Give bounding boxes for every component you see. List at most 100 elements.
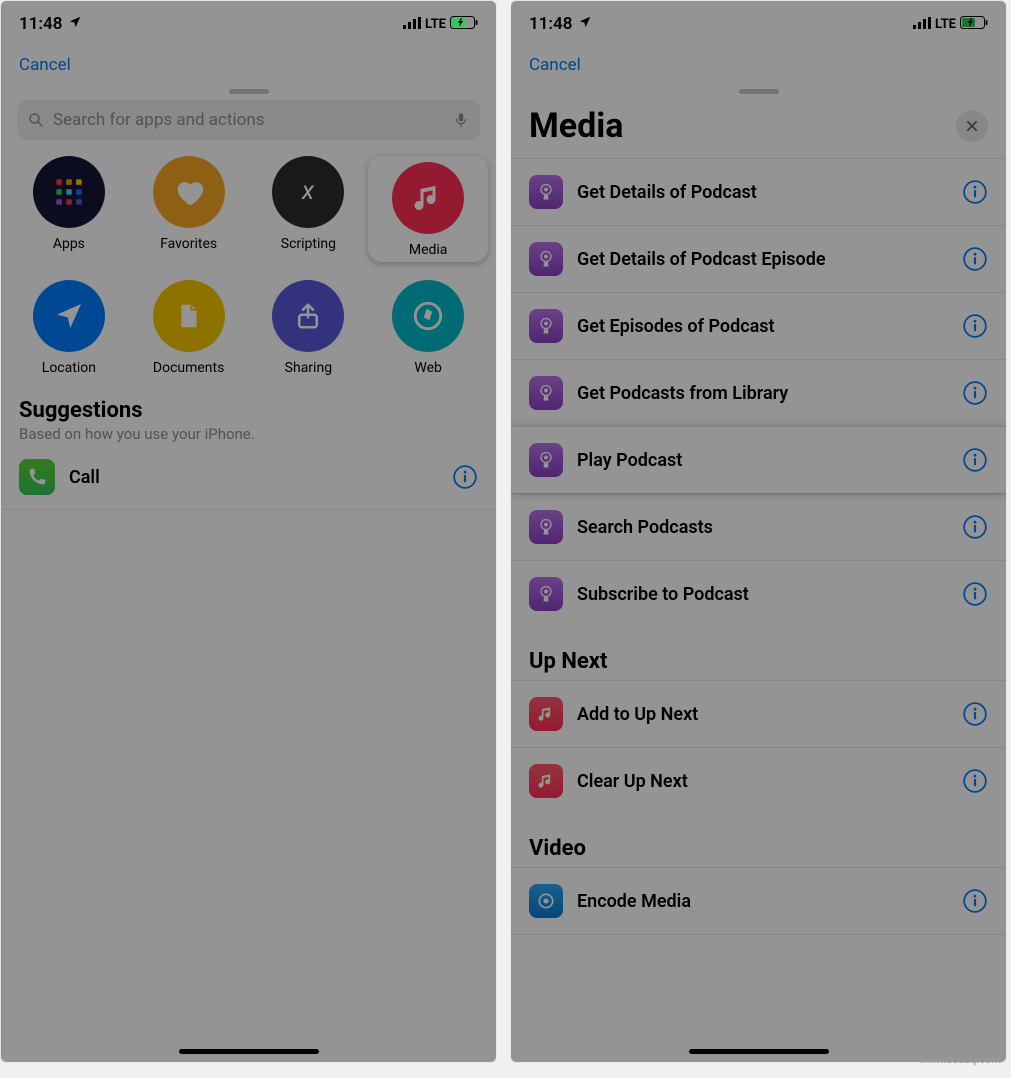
media-sheet: Media Get Details of Podcast Get Details… (511, 81, 1006, 1062)
mic-icon[interactable] (452, 111, 470, 129)
scripting-icon: x (272, 156, 344, 228)
nav-row: Cancel (511, 47, 1006, 83)
phone-icon (19, 459, 55, 495)
action-get-details-podcast[interactable]: Get Details of Podcast (511, 158, 1006, 225)
action-get-library[interactable]: Get Podcasts from Library (511, 359, 1006, 426)
suggestions-subtitle: Based on how you use your iPhone. (19, 425, 478, 443)
section-upnext: Up Next (511, 627, 1006, 680)
phone-left: 11:48 LTE Cancel Search for apps and act… (0, 0, 497, 1063)
heart-icon (153, 156, 225, 228)
action-label: Play Podcast (577, 450, 962, 471)
home-indicator[interactable] (179, 1049, 319, 1054)
action-label: Get Details of Podcast Episode (577, 249, 962, 270)
category-label: Scripting (281, 236, 336, 252)
category-grid: Apps Favorites x Scripting Media (1, 154, 496, 388)
podcast-icon (529, 443, 563, 477)
search-icon (27, 111, 45, 129)
document-icon (153, 280, 225, 352)
suggestions-header: Suggestions Based on how you use your iP… (1, 388, 496, 445)
category-location[interactable]: Location (9, 280, 129, 376)
status-bar: 11:48 LTE (1, 1, 496, 47)
category-label: Documents (153, 360, 224, 376)
carrier-label: LTE (935, 17, 956, 32)
sheet-grabber[interactable] (739, 89, 779, 94)
music-icon (529, 697, 563, 731)
section-video: Video (511, 814, 1006, 867)
compass-icon (392, 280, 464, 352)
action-get-episodes[interactable]: Get Episodes of Podcast (511, 292, 1006, 359)
media-header: Media (511, 100, 1006, 158)
location-services-icon (68, 14, 82, 34)
action-sheet: Search for apps and actions Apps Fav (1, 81, 496, 1062)
info-icon[interactable] (962, 581, 988, 607)
category-sharing[interactable]: Sharing (249, 280, 369, 376)
share-icon (272, 280, 344, 352)
battery-icon (960, 14, 988, 34)
signal-icon (913, 14, 931, 34)
cancel-button[interactable]: Cancel (19, 55, 71, 75)
action-label: Get Podcasts from Library (577, 383, 962, 404)
action-label: Search Podcasts (577, 517, 962, 538)
battery-icon (450, 14, 478, 34)
sheet-grabber[interactable] (229, 89, 269, 94)
action-label: Clear Up Next (577, 771, 962, 792)
location-arrow-icon (33, 280, 105, 352)
category-label: Media (409, 242, 448, 258)
action-get-details-episode[interactable]: Get Details of Podcast Episode (511, 225, 1006, 292)
action-clear-upnext[interactable]: Clear Up Next (511, 747, 1006, 814)
podcast-icon (529, 577, 563, 611)
music-note-icon (392, 162, 464, 234)
category-label: Web (414, 360, 442, 376)
search-placeholder: Search for apps and actions (53, 110, 444, 130)
action-label: Get Episodes of Podcast (577, 316, 962, 337)
info-icon[interactable] (962, 313, 988, 339)
action-play-podcast[interactable]: Play Podcast (511, 426, 1006, 493)
location-services-icon (578, 14, 592, 34)
info-icon[interactable] (962, 888, 988, 914)
status-bar: 11:48 LTE (511, 1, 1006, 47)
info-icon[interactable] (962, 701, 988, 727)
category-documents[interactable]: Documents (129, 280, 249, 376)
encode-icon (529, 884, 563, 918)
status-time: 11:48 (529, 14, 572, 34)
podcast-icon (529, 510, 563, 544)
carrier-label: LTE (425, 17, 446, 32)
info-icon[interactable] (962, 768, 988, 794)
category-label: Apps (53, 236, 85, 252)
search-input[interactable]: Search for apps and actions (17, 100, 480, 140)
podcast-icon (529, 175, 563, 209)
signal-icon (403, 14, 421, 34)
cancel-button[interactable]: Cancel (529, 55, 581, 75)
info-icon[interactable] (962, 380, 988, 406)
category-scripting[interactable]: x Scripting (249, 156, 369, 262)
apps-icon (33, 156, 105, 228)
svg-text:x: x (301, 176, 315, 206)
category-favorites[interactable]: Favorites (129, 156, 249, 262)
close-icon (965, 119, 979, 133)
action-label: Get Details of Podcast (577, 182, 962, 203)
home-indicator[interactable] (689, 1049, 829, 1054)
info-icon[interactable] (962, 179, 988, 205)
action-label: Add to Up Next (577, 704, 962, 725)
podcast-icon (529, 376, 563, 410)
suggestion-label: Call (69, 467, 452, 488)
category-media[interactable]: Media (368, 156, 488, 262)
suggestion-call[interactable]: Call (1, 445, 496, 510)
action-encode-media[interactable]: Encode Media (511, 867, 1006, 935)
podcast-icon (529, 242, 563, 276)
info-icon[interactable] (962, 246, 988, 272)
close-button[interactable] (956, 110, 988, 142)
category-apps[interactable]: Apps (9, 156, 129, 262)
page-title: Media (529, 106, 623, 146)
info-icon[interactable] (962, 514, 988, 540)
watermark: www.deuaq.com (919, 1053, 1001, 1066)
suggestions-title: Suggestions (19, 398, 478, 423)
action-search-podcasts[interactable]: Search Podcasts (511, 493, 1006, 560)
nav-row: Cancel (1, 47, 496, 83)
action-label: Encode Media (577, 891, 962, 912)
category-web[interactable]: Web (368, 280, 488, 376)
action-subscribe-podcast[interactable]: Subscribe to Podcast (511, 560, 1006, 627)
info-icon[interactable] (452, 464, 478, 490)
info-icon[interactable] (962, 447, 988, 473)
action-add-upnext[interactable]: Add to Up Next (511, 680, 1006, 747)
